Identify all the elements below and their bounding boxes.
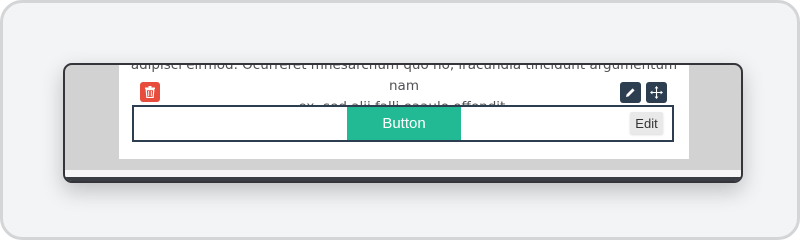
bottom-strip (65, 170, 741, 177)
edit-button[interactable]: Edit (630, 112, 663, 134)
button-block[interactable]: Button Edit (132, 105, 674, 142)
trash-icon (145, 86, 155, 98)
delete-button[interactable] (140, 82, 160, 102)
move-handle[interactable] (646, 82, 667, 103)
outer-card: adipisci eirmod. Ocurreret mnesarchum qu… (0, 0, 800, 240)
edit-pencil-button[interactable] (620, 82, 641, 103)
editor-window: adipisci eirmod. Ocurreret mnesarchum qu… (63, 63, 743, 183)
move-arrows-icon (650, 86, 663, 99)
pencil-icon (626, 88, 635, 97)
paragraph-line-1: adipisci eirmod. Ocurreret mnesarchum qu… (130, 63, 678, 94)
bottom-bar (65, 177, 741, 181)
page-content: adipisci eirmod. Ocurreret mnesarchum qu… (119, 65, 689, 159)
primary-button[interactable]: Button (347, 107, 461, 140)
